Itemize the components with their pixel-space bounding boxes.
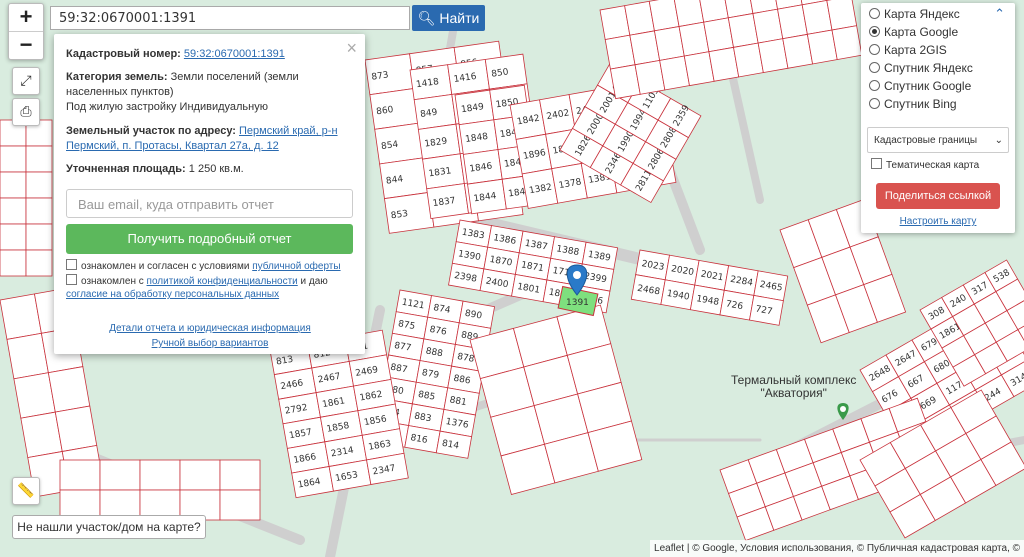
parcel[interactable] <box>0 145 27 173</box>
details-row: Детали отчета и юридическая информация <box>66 321 354 336</box>
parcel[interactable] <box>0 249 27 277</box>
thematic-row: Тематическая карта <box>871 158 979 171</box>
parcel[interactable] <box>831 25 863 61</box>
parcel[interactable] <box>54 405 98 452</box>
parcel[interactable] <box>20 411 63 459</box>
offer-link[interactable]: публичной оферты <box>252 261 340 272</box>
radio-icon[interactable] <box>869 44 880 55</box>
selected-plot-label: 1391 <box>566 298 589 308</box>
address-row: Земельный участок по адресу: Пермский кр… <box>66 124 354 154</box>
fullscreen-icon[interactable]: ⤢ <box>12 67 40 95</box>
parcel[interactable] <box>6 332 49 380</box>
zoom-out-button[interactable]: − <box>9 31 43 59</box>
consent1-text: ознакомлен и согласен с условиями <box>81 261 250 272</box>
parcel[interactable] <box>648 0 680 32</box>
radio-icon[interactable] <box>869 80 880 91</box>
zoom-in-button[interactable]: + <box>9 4 43 31</box>
consent2-text2: и даю <box>300 276 328 287</box>
consent2-text: ознакомлен с <box>81 276 144 287</box>
layer-option-label: Карта 2GIS <box>884 43 947 57</box>
manual-row: Ручной выбор вариантов <box>66 336 354 351</box>
radio-icon[interactable] <box>869 62 880 73</box>
get-report-button[interactable]: Получить подробный отчет <box>66 224 353 254</box>
layer-option[interactable]: Карта Google <box>869 24 958 41</box>
layer-option[interactable]: Спутник Bing <box>869 96 957 113</box>
consent-offer: ознакомлен и согласен с условиями публич… <box>66 259 354 273</box>
category-row: Категория земель: Земли поселений (земли… <box>66 70 354 115</box>
poi-label: Термальный комплекс "Акватория" <box>731 374 856 400</box>
layer-option[interactable]: Карта 2GIS <box>869 42 947 59</box>
parcel[interactable] <box>59 459 101 491</box>
overlay-select-value: Кадастровые границы <box>874 135 978 146</box>
poi-line2: "Акватория" <box>760 386 827 400</box>
plot-info-popup: × Кадастровый номер: 59:32:0670001:1391 … <box>54 34 365 354</box>
share-link-button[interactable]: Поделиться ссылкой <box>876 183 1000 209</box>
layer-option[interactable]: Спутник Яндекс <box>869 60 973 77</box>
configure-map-link[interactable]: Настроить карту <box>900 216 977 227</box>
attribution: Leaflet | © Google, Условия использовани… <box>650 540 1024 557</box>
layer-option-label: Карта Google <box>884 25 959 39</box>
privacy-checkbox[interactable] <box>66 274 77 285</box>
parcel[interactable] <box>0 197 27 225</box>
parcel[interactable] <box>25 145 53 173</box>
parcel[interactable] <box>139 459 181 491</box>
radio-icon[interactable] <box>869 26 880 37</box>
thematic-label: Тематическая карта <box>886 160 980 171</box>
parcel[interactable] <box>219 489 261 521</box>
cad-label: Кадастровый номер: <box>66 48 181 60</box>
email-field[interactable]: Ваш email, куда отправить отчет <box>66 189 353 218</box>
thematic-checkbox[interactable] <box>871 158 882 169</box>
area-row: Уточненная площадь: 1 250 кв.м. <box>66 162 354 177</box>
overlay-select[interactable]: Кадастровые границы ⌄ <box>867 127 1009 153</box>
search-button[interactable]: 🔍︎ Найти <box>412 5 485 31</box>
parcel[interactable] <box>99 459 141 491</box>
not-found-button[interactable]: Не нашли участок/дом на карте? <box>12 515 206 539</box>
parcel[interactable] <box>25 223 53 251</box>
parcel[interactable] <box>0 171 27 199</box>
category-label: Категория земель: <box>66 71 168 83</box>
layer-option-label: Спутник Яндекс <box>884 61 973 75</box>
layers-panel: Карта Яндекс Карта Google Карта 2GIS Спутни… <box>861 3 1015 233</box>
layer-option-label: Спутник Bing <box>884 97 957 111</box>
parcel[interactable] <box>25 171 53 199</box>
offer-checkbox[interactable] <box>66 259 77 270</box>
layer-option[interactable]: Спутник Google <box>869 78 971 95</box>
parcel[interactable] <box>826 0 858 31</box>
parcel[interactable] <box>179 459 221 491</box>
area-value: 1 250 кв.м. <box>188 163 244 175</box>
parcel[interactable] <box>219 459 261 491</box>
print-icon[interactable]: ⎙ <box>12 98 40 126</box>
area-label: Уточненная площадь: <box>66 163 186 175</box>
chevron-up-icon[interactable]: ⌃ <box>994 6 1005 22</box>
personal-data-link[interactable]: согласие на обработку персональных данны… <box>66 289 279 300</box>
search-icon: 🔍︎ <box>417 10 436 26</box>
parcel[interactable] <box>13 372 56 419</box>
chevron-down-icon: ⌄ <box>994 135 1003 146</box>
search-input[interactable]: 59:32:0670001:1391 <box>50 6 410 30</box>
cad-number-row: Кадастровый номер: 59:32:0670001:1391 <box>66 47 354 62</box>
radio-icon[interactable] <box>869 98 880 109</box>
address-label: Земельный участок по адресу: <box>66 125 236 137</box>
search-button-label: Найти <box>439 10 480 26</box>
ruler-icon[interactable]: 📏 <box>12 477 40 505</box>
use-value: Под жилую застройку Индивидуальную <box>66 101 268 113</box>
cad-number-link[interactable]: 59:32:0670001:1391 <box>184 48 285 60</box>
parcel[interactable] <box>47 366 91 413</box>
details-link[interactable]: Детали отчета и юридическая информация <box>109 323 311 334</box>
manual-select-link[interactable]: Ручной выбор вариантов <box>152 338 269 349</box>
layer-option-label: Спутник Google <box>884 79 972 93</box>
parcel[interactable] <box>673 0 705 27</box>
zoom-control: + − <box>8 3 44 60</box>
privacy-link[interactable]: политикой конфиденциальности <box>147 276 298 287</box>
layer-option[interactable]: Карта Яндекс <box>869 6 960 23</box>
parcel[interactable] <box>0 293 42 340</box>
consent-privacy: ознакомлен с политикой конфиденциальност… <box>66 274 354 301</box>
layer-option-label: Карта Яндекс <box>884 7 960 21</box>
parcel[interactable] <box>25 197 53 225</box>
radio-icon[interactable] <box>869 8 880 19</box>
parcel[interactable] <box>0 223 27 251</box>
parcel[interactable] <box>25 249 53 277</box>
